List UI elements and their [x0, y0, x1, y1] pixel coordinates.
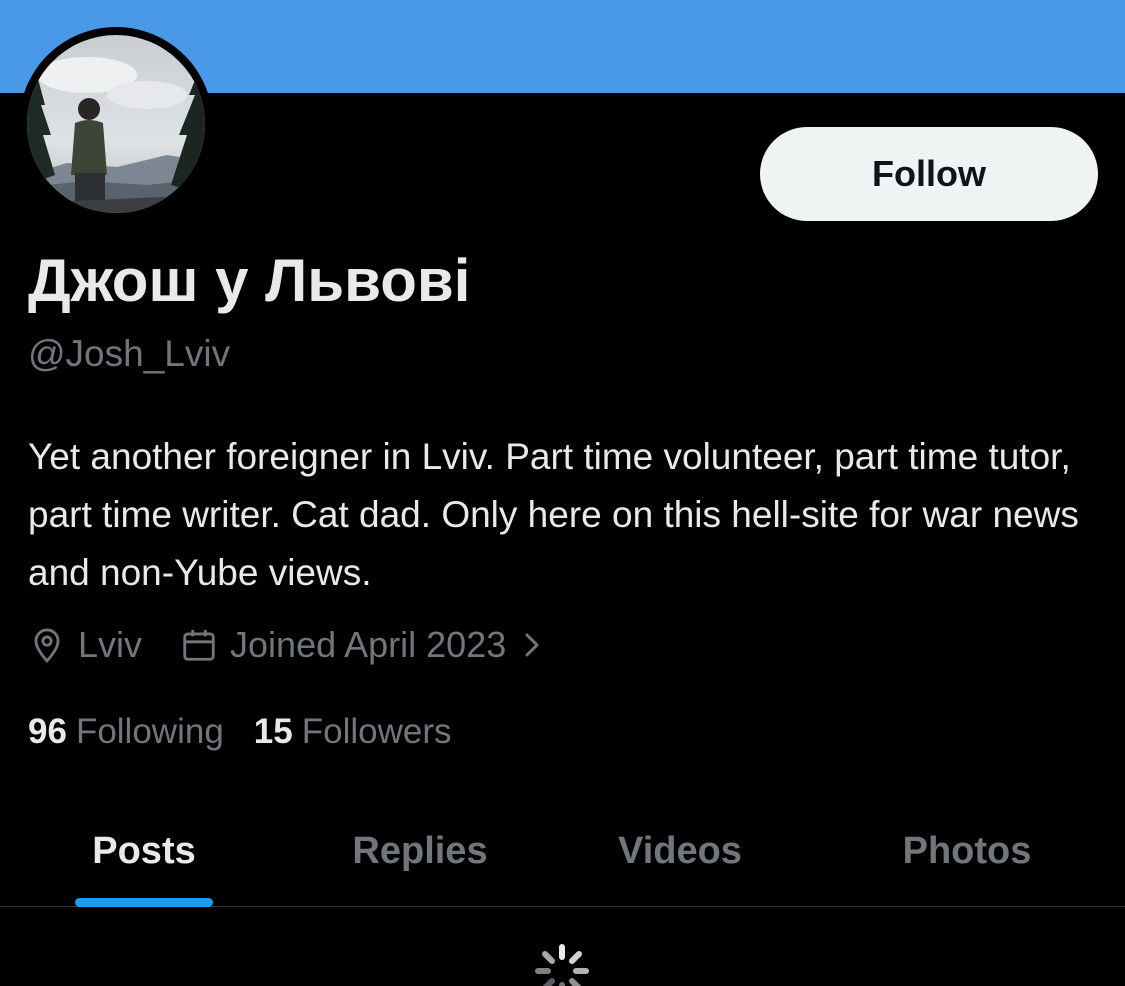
- loading-spinner-icon: [532, 941, 592, 986]
- display-name: Джош у Львові: [28, 247, 471, 314]
- tab-photos[interactable]: Photos: [867, 795, 1067, 907]
- active-tab-indicator: [75, 898, 213, 907]
- followers-count: 15: [253, 712, 293, 751]
- location-pin-icon: [28, 626, 66, 664]
- followers-link[interactable]: 15 Followers: [254, 712, 452, 752]
- following-link[interactable]: 96 Following: [28, 712, 224, 752]
- tab-label: Photos: [902, 829, 1032, 872]
- joined-text: Joined April 2023: [230, 624, 507, 665]
- follow-button[interactable]: Follow: [760, 127, 1098, 221]
- profile-bio: Yet another foreigner in Lviv. Part time…: [28, 436, 1079, 593]
- profile-meta: Lviv Joined April 2023: [28, 622, 546, 668]
- joined-date[interactable]: Joined April 2023: [180, 624, 546, 666]
- tab-replies[interactable]: Replies: [320, 795, 520, 907]
- following-label: Following: [75, 712, 224, 751]
- tab-label: Replies: [352, 829, 488, 872]
- handle: @Josh_Lviv: [28, 333, 231, 374]
- follow-stats: 96 Following 15 Followers: [28, 712, 452, 752]
- profile-tabs: Posts Replies Videos Photos: [0, 795, 1125, 907]
- location-text: Lviv: [78, 624, 143, 665]
- tab-posts[interactable]: Posts: [44, 795, 244, 907]
- tab-label: Posts: [92, 829, 196, 872]
- calendar-icon: [180, 626, 218, 664]
- tab-videos[interactable]: Videos: [580, 795, 780, 907]
- avatar-photo: [27, 35, 205, 213]
- profile-page: Follow Джош у Львові @Josh_Lviv Yet anot…: [0, 0, 1125, 986]
- avatar[interactable]: [19, 27, 213, 221]
- chevron-right-icon[interactable]: [518, 630, 546, 660]
- tab-label: Videos: [618, 829, 742, 872]
- following-count: 96: [28, 712, 67, 751]
- followers-label: Followers: [301, 712, 452, 751]
- location: Lviv: [28, 624, 142, 666]
